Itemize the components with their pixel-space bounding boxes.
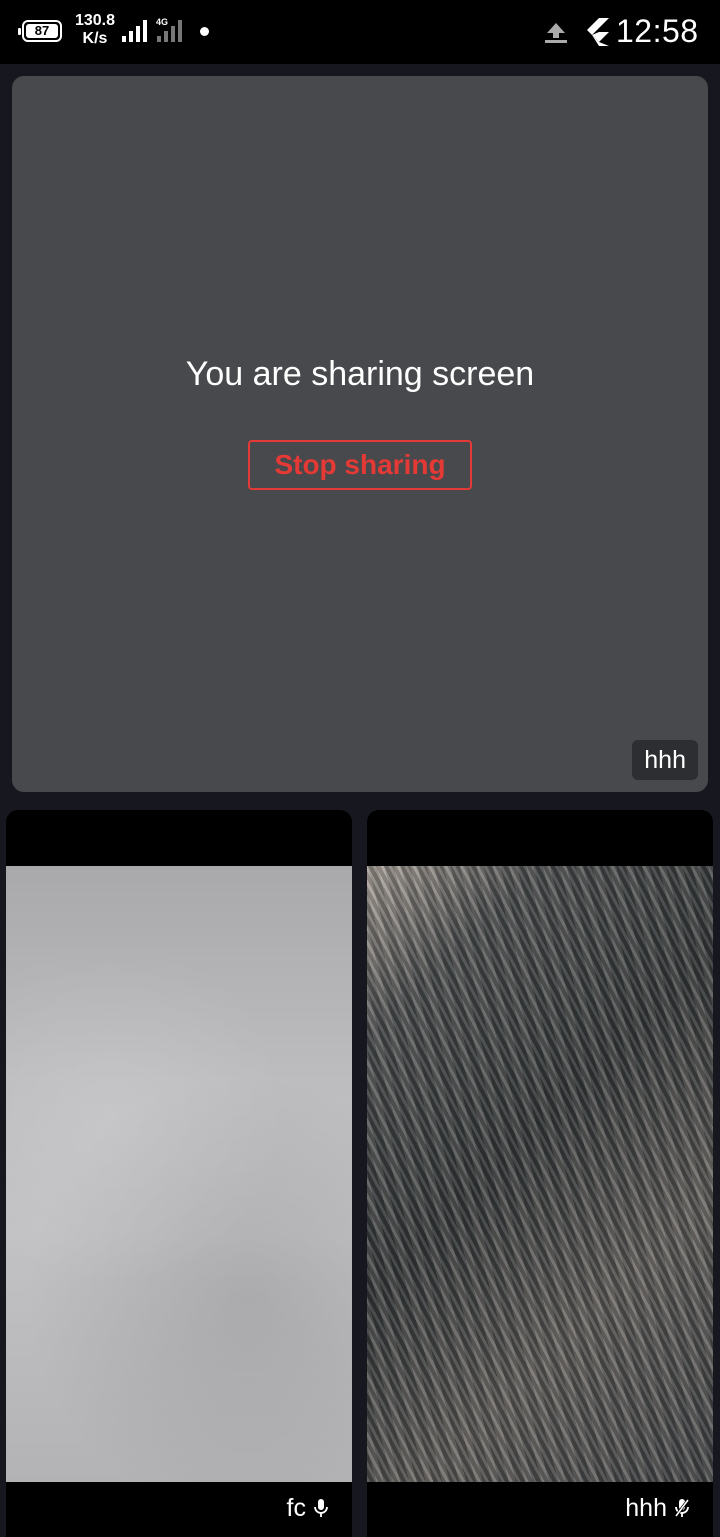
network-speed-value: 130.8: [74, 12, 116, 29]
participant-tile[interactable]: fc: [6, 810, 352, 1537]
network-speed: 130.8 K/s: [72, 12, 118, 48]
status-bar: 87 130.8 K/s 4G 12:58: [0, 0, 720, 64]
participant-footer: fc: [6, 1482, 352, 1537]
participant-name: hhh: [625, 1494, 667, 1522]
signal-strength-icon: [122, 20, 147, 42]
clock: 12:58: [616, 13, 699, 49]
notification-dot: [200, 27, 209, 36]
mic-icon: [314, 1499, 328, 1517]
battery-level: 87: [34, 23, 50, 38]
stop-sharing-button[interactable]: Stop sharing: [248, 440, 472, 490]
video-feed: [6, 866, 352, 1482]
video-feed: [367, 866, 713, 1482]
upload-icon: [545, 23, 567, 43]
flutter-app-icon: [587, 18, 609, 46]
mic-off-icon: [675, 1499, 689, 1517]
participant-name-tag: hhh: [632, 740, 698, 780]
screen-share-card: You are sharing screen Stop sharing hhh: [12, 76, 708, 792]
sharing-message: You are sharing screen: [185, 355, 535, 393]
participant-footer: hhh: [367, 1482, 713, 1537]
network-type: 4G: [156, 18, 168, 27]
network-speed-unit: K/s: [82, 30, 108, 47]
signal-4g-icon: 4G: [156, 18, 182, 42]
battery-icon: 87: [18, 20, 62, 42]
participant-name: fc: [286, 1494, 306, 1522]
participant-tile[interactable]: hhh: [367, 810, 713, 1537]
